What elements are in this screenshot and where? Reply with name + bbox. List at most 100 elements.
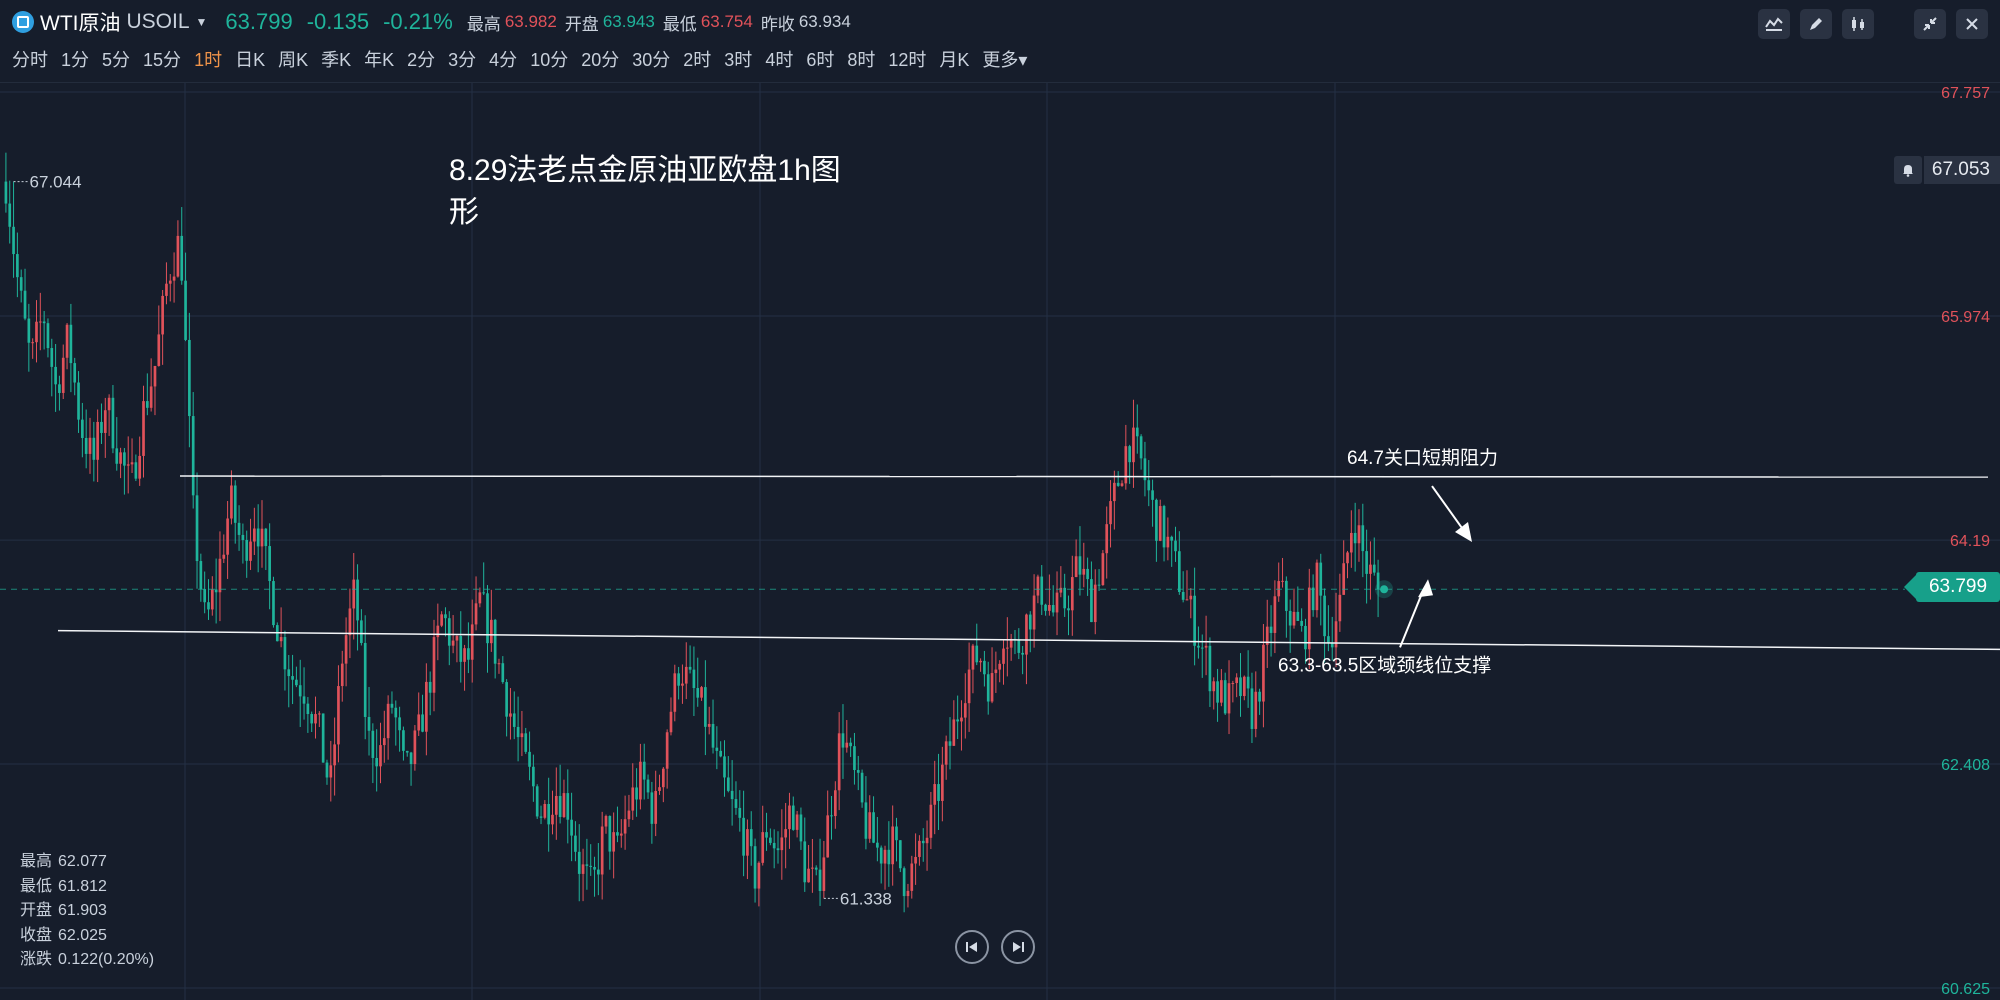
prev-close-label: 昨收 (760, 14, 795, 34)
candle-body (726, 777, 730, 791)
period-tab[interactable]: 12时 (888, 46, 926, 72)
price-alert-tag[interactable]: 67.053 (1893, 156, 2000, 184)
period-tab[interactable]: 8时 (847, 46, 875, 72)
candle-body (1051, 604, 1055, 613)
candle-body (516, 726, 520, 738)
candle-body (608, 816, 612, 852)
candle-body (69, 324, 73, 364)
candle-body (715, 747, 719, 751)
candle-body (532, 766, 535, 787)
period-tab[interactable]: 更多▾ (982, 46, 1027, 72)
period-tab[interactable]: 3时 (724, 46, 752, 72)
candle-body (1319, 562, 1323, 596)
indicator-icon[interactable] (1758, 9, 1790, 39)
collapse-icon[interactable] (1914, 9, 1946, 39)
candle-body (1342, 563, 1346, 595)
period-tab[interactable]: 10分 (530, 46, 568, 72)
candle-body (681, 683, 684, 686)
draw-pen-icon[interactable] (1800, 9, 1832, 39)
symbol-code[interactable]: USOIL (126, 10, 189, 34)
period-tab[interactable]: 季K (321, 46, 351, 72)
period-tab[interactable]: 4时 (765, 46, 793, 72)
ohlc-panel: 最高 62.077 最低 61.812 开盘 61.903 收盘 62.025 涨跌 0.… (20, 850, 160, 973)
period-tab[interactable]: 月K (939, 46, 969, 72)
ohlc-close-value: 62.025 (58, 926, 107, 944)
jump-end-icon[interactable] (1001, 930, 1035, 964)
candle-body (1086, 568, 1089, 580)
candle-body (1227, 683, 1231, 714)
candle-body (329, 765, 333, 778)
period-tab[interactable]: 周K (278, 46, 308, 72)
candle-body (61, 357, 65, 393)
candle-body (180, 235, 184, 281)
candlestick-chart[interactable]: 67.757 65.974 64.19 62.408 60.625 67.044 61.33… (0, 83, 2000, 1000)
candle-body (1166, 536, 1170, 548)
candle-body (692, 669, 696, 689)
period-tab[interactable]: 30分 (632, 46, 670, 72)
current-price-tag: 63.799 (1904, 572, 2000, 602)
period-tab[interactable]: 20分 (581, 46, 619, 72)
candle-body (375, 757, 379, 767)
candle-body (1250, 688, 1254, 729)
candle-body (887, 849, 891, 865)
jump-start-icon[interactable] (955, 930, 989, 964)
candle-body (1235, 677, 1239, 684)
candle-body (860, 772, 864, 803)
period-tab[interactable]: 6时 (806, 46, 834, 72)
candle-body (1338, 594, 1342, 622)
candle-body (914, 856, 917, 864)
candle-body (646, 779, 650, 793)
symbol-icon (12, 11, 34, 33)
candle-body (81, 419, 84, 438)
candle-body (489, 619, 493, 644)
candle-body (142, 401, 145, 456)
candle-body (58, 384, 61, 393)
candle-body (1273, 596, 1277, 633)
candle-body (195, 495, 199, 562)
close-icon[interactable] (1956, 9, 1988, 39)
candle-body (130, 462, 134, 465)
candle-body (35, 321, 38, 343)
period-tab[interactable]: 5分 (102, 46, 130, 72)
candle-body (482, 592, 486, 594)
period-tab[interactable]: 1时 (194, 46, 222, 72)
candle-body (711, 723, 715, 748)
candle-body (440, 614, 443, 626)
candle-body (933, 784, 937, 805)
ohlc-high-value: 62.077 (58, 853, 107, 870)
candle-body (1101, 553, 1105, 586)
bell-icon[interactable] (1893, 156, 1922, 184)
period-tab[interactable]: 3分 (448, 46, 476, 72)
candle-body (765, 832, 768, 838)
candle-body (1132, 427, 1135, 463)
open-value: 63.943 (602, 12, 655, 31)
period-tab[interactable]: 年K (364, 46, 394, 72)
candle-body (287, 669, 291, 677)
period-tab[interactable]: 1分 (61, 46, 89, 72)
candle-type-icon[interactable] (1842, 9, 1874, 39)
candle-body (321, 713, 325, 763)
candle-body (165, 283, 168, 296)
candle-body (1097, 584, 1101, 586)
period-tab[interactable]: 15分 (143, 46, 181, 72)
candle-body (845, 742, 849, 748)
candle-body (191, 416, 195, 496)
high-label: 最高 (466, 14, 501, 34)
candle-body (1021, 652, 1024, 655)
candle-body (1048, 604, 1051, 611)
period-tab[interactable]: 2分 (407, 46, 435, 72)
candle-body (1113, 482, 1116, 502)
candle-body (929, 804, 933, 838)
candle-body (1353, 532, 1357, 544)
candle-body (818, 869, 822, 891)
period-tab[interactable]: 4分 (489, 46, 517, 72)
period-tab[interactable]: 2时 (683, 46, 711, 72)
symbol-name[interactable]: WTI原油 (40, 7, 120, 37)
candle-body (1208, 645, 1212, 692)
candle-body (497, 663, 501, 665)
symbol-dropdown-icon[interactable]: ▼ (196, 15, 208, 29)
ohlc-open-label: 开盘 (20, 902, 53, 919)
period-tab[interactable]: 分时 (12, 46, 48, 72)
candle-body (723, 756, 726, 778)
period-tab[interactable]: 日K (235, 46, 265, 72)
